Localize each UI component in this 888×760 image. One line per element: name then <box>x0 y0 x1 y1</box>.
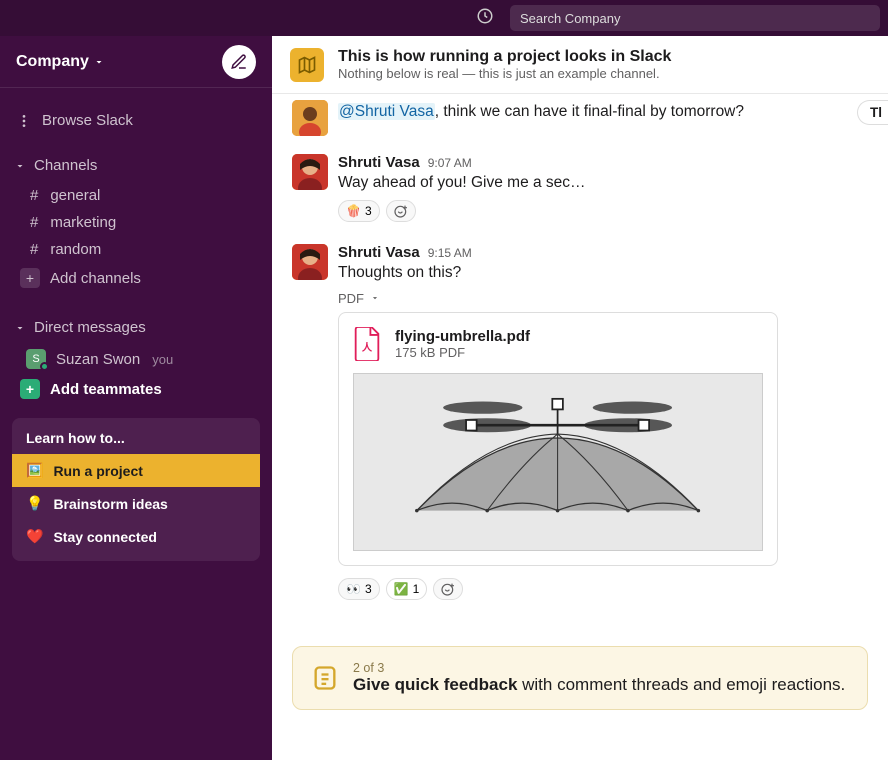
chevron-down-icon <box>93 56 105 68</box>
reaction[interactable]: 👀3 <box>338 578 380 600</box>
pdf-icon: 人 <box>353 327 381 361</box>
avatar[interactable] <box>292 100 328 136</box>
browse-slack[interactable]: Browse Slack <box>0 106 272 135</box>
channel-title: This is how running a project looks in S… <box>338 48 671 66</box>
search-placeholder: Search Company <box>520 11 620 26</box>
message: @Shruti Vasa, think we can have it final… <box>272 98 888 142</box>
learn-box: Learn how to... 🖼️Run a project 💡Brainst… <box>12 418 260 561</box>
popcorn-emoji: 🍿 <box>346 204 361 218</box>
add-reaction-button[interactable] <box>386 200 416 222</box>
sidebar: Company Browse Slack Channels #general #… <box>0 36 272 760</box>
file-preview <box>353 373 763 551</box>
message-text: Thoughts on this? <box>338 262 868 284</box>
hash-icon: # <box>30 241 38 258</box>
hash-icon: # <box>30 214 38 231</box>
avatar: S <box>26 349 46 369</box>
add-reaction-button[interactable] <box>433 578 463 600</box>
channel-header: This is how running a project looks in S… <box>272 36 888 94</box>
thread-button[interactable]: Tl <box>857 100 888 125</box>
heart-icon: ❤️ <box>26 528 43 545</box>
reaction[interactable]: 🍿3 <box>338 200 380 222</box>
dm-self[interactable]: S Suzan Swon you <box>0 344 272 374</box>
avatar[interactable] <box>292 244 328 280</box>
presence-indicator <box>40 362 49 371</box>
search-input[interactable]: Search Company <box>510 5 880 31</box>
message-text: @Shruti Vasa, think we can have it final… <box>338 101 868 123</box>
plus-icon: + <box>20 379 40 399</box>
more-vertical-icon <box>16 113 32 129</box>
message-time: 9:07 AM <box>428 156 472 170</box>
learn-run-project[interactable]: 🖼️Run a project <box>12 454 260 487</box>
channel-marketing[interactable]: #marketing <box>0 209 272 236</box>
message-list: Tl @Shruti Vasa, think we can have it fi… <box>272 94 888 760</box>
eyes-emoji: 👀 <box>346 582 361 596</box>
reactions: 🍿3 <box>338 200 868 222</box>
map-icon <box>290 48 324 82</box>
learn-brainstorm[interactable]: 💡Brainstorm ideas <box>12 487 260 520</box>
add-reaction-icon <box>440 581 456 597</box>
top-bar: Search Company <box>0 0 888 36</box>
message-author[interactable]: Shruti Vasa <box>338 154 420 171</box>
add-teammates[interactable]: + Add teammates <box>0 374 272 404</box>
slide-icon: 🖼️ <box>26 462 43 479</box>
bulb-icon: 💡 <box>26 495 43 512</box>
message-author[interactable]: Shruti Vasa <box>338 244 420 261</box>
svg-text:人: 人 <box>362 341 373 354</box>
tip-text: Give quick feedback with comment threads… <box>353 675 845 695</box>
hash-icon: # <box>30 187 38 204</box>
channel-subtitle: Nothing below is real — this is just an … <box>338 66 671 81</box>
workspace-name: Company <box>16 53 89 71</box>
message-time: 9:15 AM <box>428 246 472 260</box>
history-icon[interactable] <box>476 7 494 30</box>
tip-step: 2 of 3 <box>353 661 845 675</box>
channels-section-header[interactable]: Channels <box>0 149 272 182</box>
check-emoji: ✅ <box>394 582 409 596</box>
add-channels[interactable]: + Add channels <box>0 263 272 293</box>
add-reaction-icon <box>393 203 409 219</box>
file-attachment[interactable]: 人 flying-umbrella.pdf 175 kB PDF <box>338 312 778 566</box>
caret-down-icon <box>14 322 26 334</box>
learn-stay-connected[interactable]: ❤️Stay connected <box>12 520 260 553</box>
avatar[interactable] <box>292 154 328 190</box>
reaction[interactable]: ✅1 <box>386 578 428 600</box>
file-meta: 175 kB PDF <box>395 345 530 360</box>
compose-button[interactable] <box>222 45 256 79</box>
main-panel: This is how running a project looks in S… <box>272 36 888 760</box>
file-name: flying-umbrella.pdf <box>395 328 530 345</box>
learn-title: Learn how to... <box>12 430 260 454</box>
channel-random[interactable]: #random <box>0 236 272 263</box>
attachment-type-label[interactable]: PDF <box>338 291 868 306</box>
channel-general[interactable]: #general <box>0 182 272 209</box>
tip-card: 2 of 3 Give quick feedback with comment … <box>292 646 868 710</box>
mention[interactable]: @Shruti Vasa <box>338 103 435 120</box>
message: Shruti Vasa 9:07 AM Way ahead of you! Gi… <box>272 148 888 228</box>
message-text: Way ahead of you! Give me a sec… <box>338 172 868 194</box>
reactions: 👀3 ✅1 <box>338 578 868 600</box>
dm-section-header[interactable]: Direct messages <box>0 311 272 344</box>
plus-icon: + <box>20 268 40 288</box>
caret-down-icon <box>14 160 26 172</box>
message: Shruti Vasa 9:15 AM Thoughts on this? PD… <box>272 238 888 605</box>
workspace-header[interactable]: Company <box>0 36 272 88</box>
note-icon <box>311 664 339 692</box>
caret-down-icon <box>370 293 380 303</box>
